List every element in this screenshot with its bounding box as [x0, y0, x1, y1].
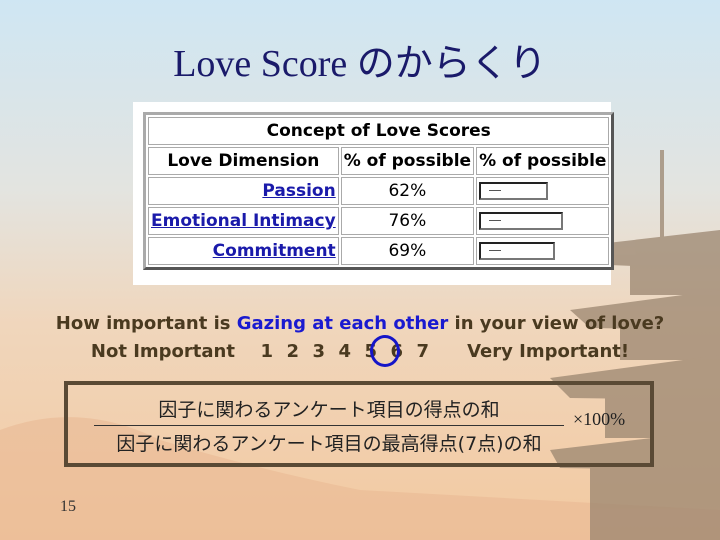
scale-option: 1 [260, 341, 274, 362]
question-prefix: How important is [55, 313, 237, 334]
love-scores-panel: Concept of Love Scores Love Dimension % … [133, 102, 615, 285]
formula-box: 因子に関わるアンケート項目の得点の和 因子に関わるアンケート項目の最高得点(7点… [64, 381, 654, 467]
scale-option: 3 [312, 341, 326, 362]
page-number: 15 [60, 498, 76, 515]
selection-circle [370, 335, 400, 367]
low-label: Not Important [90, 341, 235, 362]
scale-option: 2 [286, 341, 300, 362]
commitment-link[interactable]: Commitment [213, 241, 336, 261]
fraction: 因子に関わるアンケート項目の得点の和 因子に関わるアンケート項目の最高得点(7点… [94, 395, 564, 456]
table-row: Emotional Intimacy 76% [148, 207, 610, 235]
numerator: 因子に関わるアンケート項目の得点の和 [158, 399, 500, 421]
percent-value: 62% [340, 177, 475, 205]
multiplier: ×100% [573, 409, 626, 429]
column-header: % of possible [476, 147, 610, 175]
scale-option: 4 [338, 341, 352, 362]
question-suffix: in your view of love? [448, 313, 665, 334]
question-highlight: Gazing at each other [236, 313, 449, 334]
score-bar [479, 242, 556, 260]
emotional-intimacy-link[interactable]: Emotional Intimacy [151, 211, 336, 231]
column-header: Love Dimension [148, 147, 339, 175]
percent-value: 76% [340, 207, 475, 235]
table-row: Passion 62% [148, 177, 610, 205]
percent-value: 69% [340, 237, 475, 265]
denominator: 因子に関わるアンケート項目の最高得点(7点)の和 [116, 433, 542, 455]
high-label: Very Important! [467, 341, 630, 362]
table-row: Commitment 69% [148, 237, 610, 265]
rating-scale: Not Important 1234567 Very Important! [0, 338, 720, 366]
passion-link[interactable]: Passion [262, 181, 335, 201]
score-bar [479, 182, 549, 200]
fraction-line [94, 425, 564, 426]
love-scores-table: Concept of Love Scores Love Dimension % … [143, 112, 615, 270]
table-caption: Concept of Love Scores [148, 117, 610, 145]
slide-title: Love Score のからくり [173, 43, 547, 85]
score-bar [479, 212, 564, 230]
column-header: % of possible [340, 147, 475, 175]
survey-question: How important is Gazing at each other in… [0, 310, 720, 366]
scale-option: 7 [416, 341, 430, 362]
